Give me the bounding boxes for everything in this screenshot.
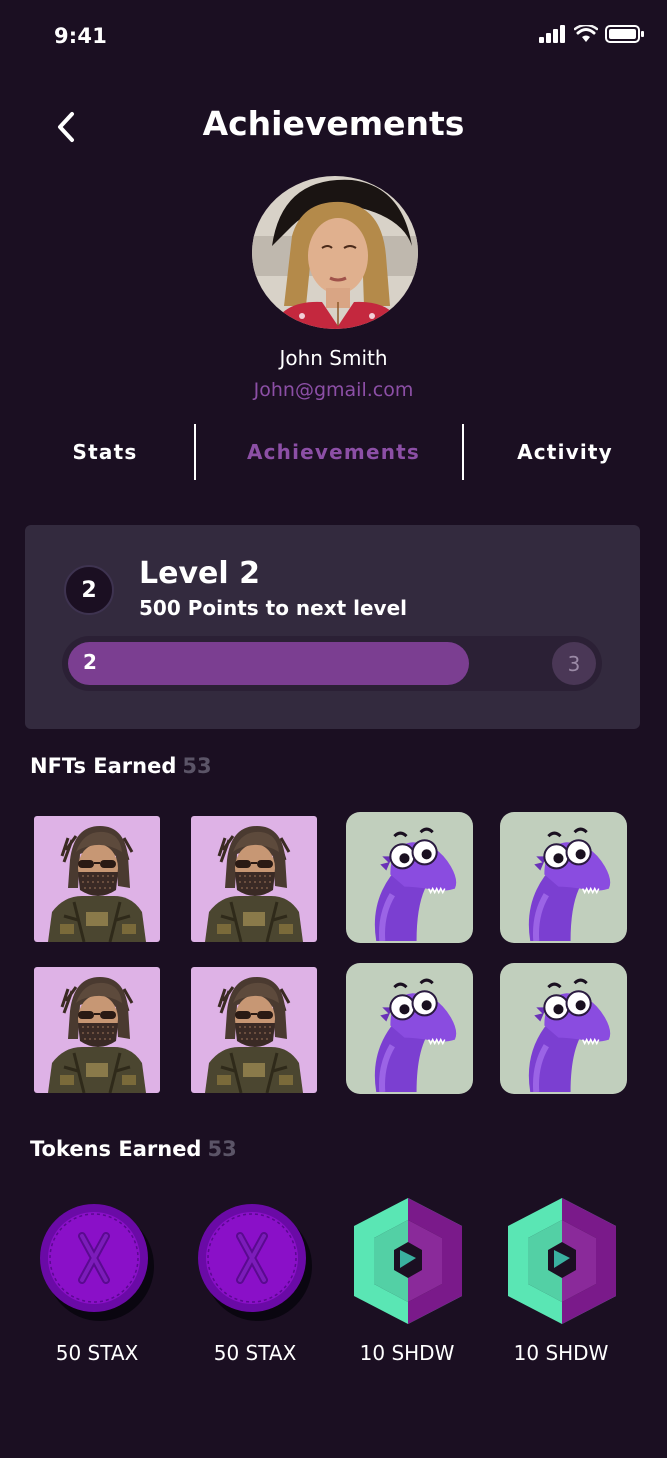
tokens-count: 53 [207, 1137, 237, 1161]
token-label: 10 SHDW [359, 1341, 455, 1365]
tab-activity[interactable]: Activity [500, 440, 630, 464]
progress-current-level: 2 [83, 650, 97, 674]
tokens-heading-label: Tokens Earned [30, 1137, 202, 1161]
token-item[interactable] [196, 1198, 316, 1324]
token-item[interactable] [502, 1198, 622, 1324]
level-badge: 2 [64, 565, 114, 615]
token-label: 10 SHDW [513, 1341, 609, 1365]
nft-tile[interactable] [191, 816, 317, 942]
nfts-heading-label: NFTs Earned [30, 754, 177, 778]
nft-tile[interactable] [346, 812, 473, 943]
level-title: Level 2 [139, 556, 260, 591]
token-item[interactable] [348, 1198, 468, 1324]
nft-tile[interactable] [500, 963, 627, 1094]
user-email[interactable]: John@gmail.com [0, 379, 667, 401]
avatar[interactable] [252, 176, 418, 329]
dino-nft-image [346, 963, 473, 1094]
status-icons [539, 24, 645, 44]
nft-tile[interactable] [34, 816, 160, 942]
tokens-heading: Tokens Earned 53 [30, 1137, 237, 1161]
character-nft-image [34, 816, 160, 942]
tab-divider [462, 424, 464, 480]
token-label: 50 STAX [213, 1341, 297, 1365]
dino-nft-image [500, 963, 627, 1094]
status-time: 9:41 [54, 24, 108, 48]
dino-nft-image [500, 812, 627, 943]
dino-nft-image [346, 812, 473, 943]
nft-tile[interactable] [191, 967, 317, 1093]
character-nft-image [34, 967, 160, 1093]
signal-icon [539, 25, 565, 43]
token-label: 50 STAX [55, 1341, 139, 1365]
page-title: Achievements [202, 104, 465, 143]
tab-achievements[interactable]: Achievements [226, 440, 441, 464]
profile-tabs: Stats Achievements Activity [0, 424, 667, 480]
profile-photo [252, 176, 418, 329]
progress-next-level: 3 [552, 642, 596, 685]
nfts-count: 53 [182, 754, 212, 778]
character-nft-image [191, 967, 317, 1093]
wifi-icon [574, 25, 598, 42]
nft-tile[interactable] [500, 812, 627, 943]
tab-divider [194, 424, 196, 480]
battery-icon [605, 25, 644, 43]
stax-coin-icon [38, 1198, 158, 1324]
shdw-token-icon [348, 1198, 468, 1324]
shdw-token-icon [502, 1198, 622, 1324]
level-card [25, 525, 640, 729]
nfts-heading: NFTs Earned 53 [30, 754, 212, 778]
character-nft-image [191, 816, 317, 942]
token-item[interactable] [38, 1198, 158, 1324]
stax-coin-icon [196, 1198, 316, 1324]
nft-tile[interactable] [346, 963, 473, 1094]
tab-stats[interactable]: Stats [40, 440, 170, 464]
level-subtitle: 500 Points to next level [139, 596, 407, 620]
level-progress-fill [68, 642, 469, 685]
nft-tile[interactable] [34, 967, 160, 1093]
user-name: John Smith [279, 346, 388, 370]
